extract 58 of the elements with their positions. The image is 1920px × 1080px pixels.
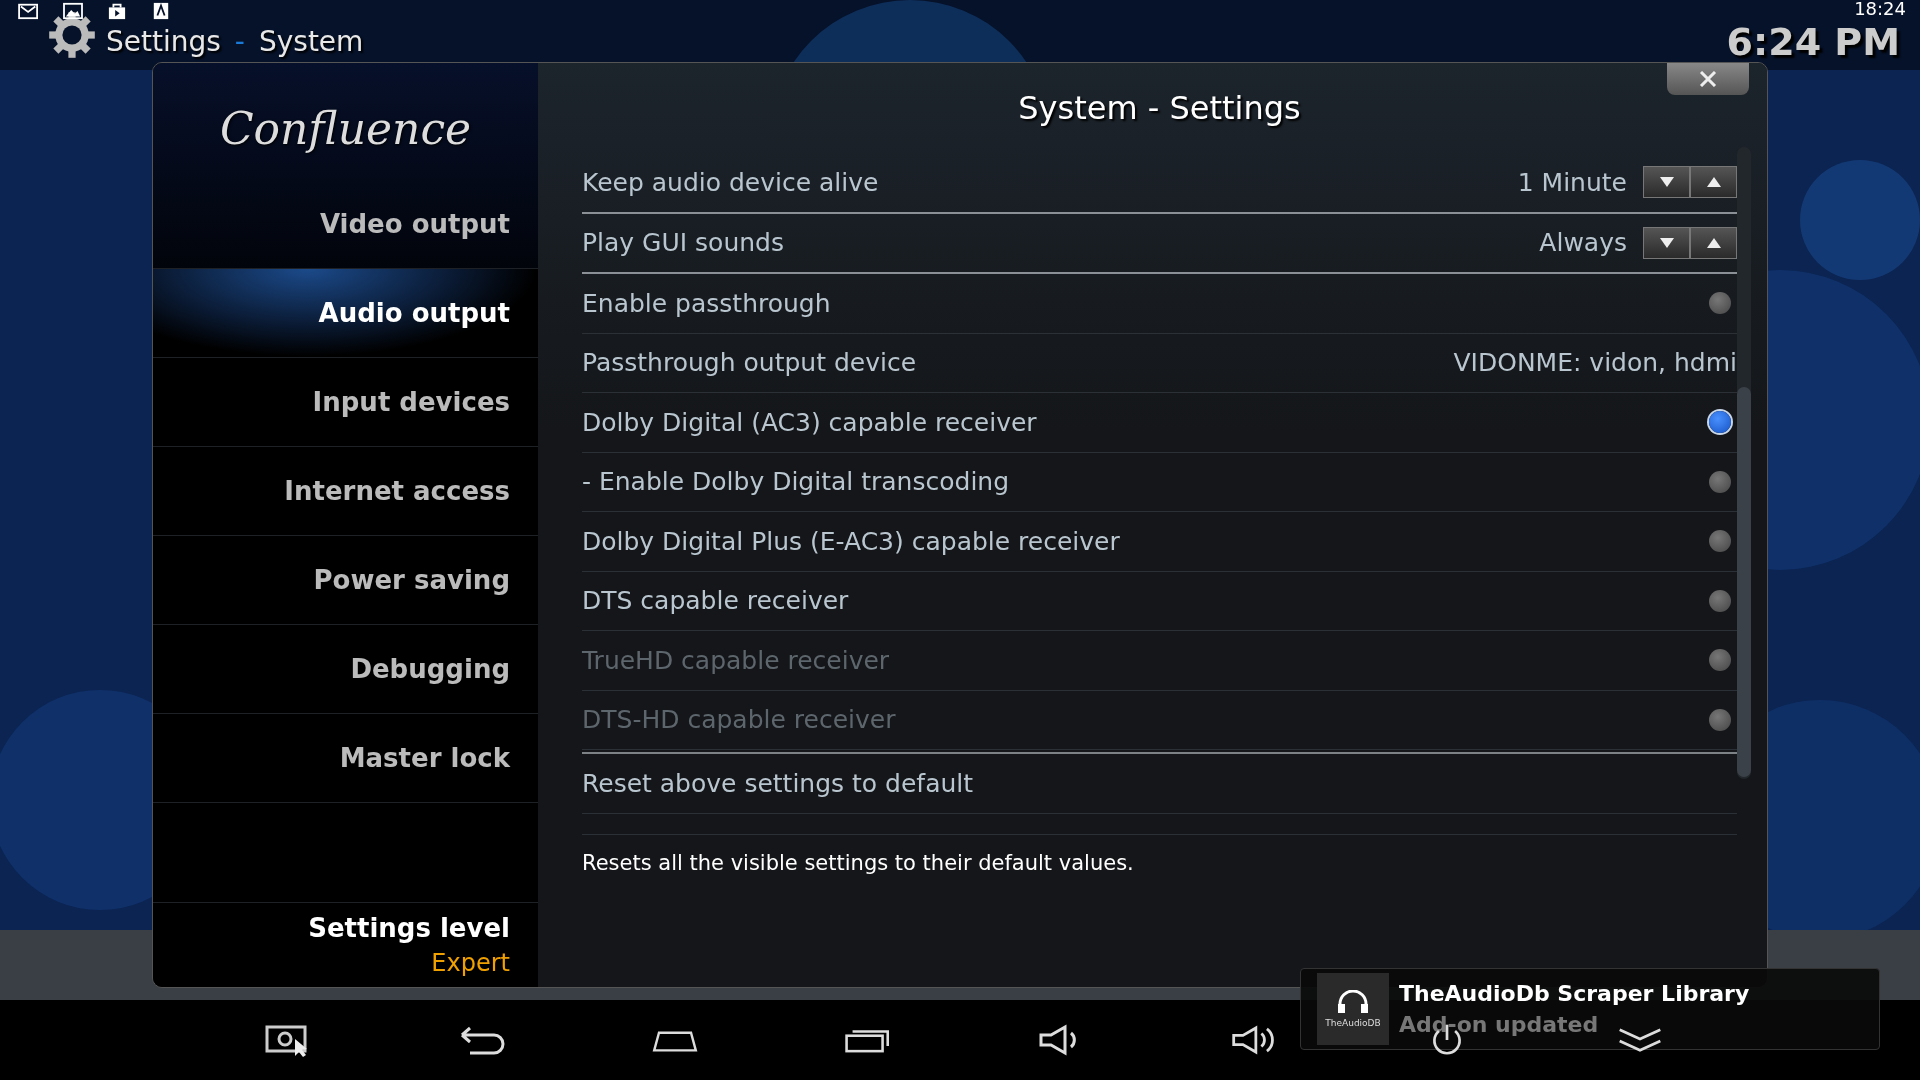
- setting-row[interactable]: Reset above settings to default: [582, 752, 1737, 814]
- setting-value: Always: [1539, 228, 1627, 258]
- settings-icon: [48, 11, 96, 59]
- breadcrumb-page: System: [258, 28, 364, 56]
- setting-row[interactable]: Keep audio device alive 1 Minute: [582, 153, 1737, 214]
- scrollbar[interactable]: [1737, 147, 1751, 779]
- toggle[interactable]: [1709, 292, 1731, 315]
- notification-toast[interactable]: TheAudioDB TheAudioDb Scraper Library Add-on updated: [1300, 968, 1880, 1050]
- category-item[interactable]: Audio output: [153, 269, 538, 358]
- setting-label: - Enable Dolby Digital transcoding: [582, 467, 1011, 497]
- settings-level-label: Settings level: [308, 913, 510, 943]
- setting-label: TrueHD capable receiver: [582, 645, 891, 675]
- close-button[interactable]: [1667, 63, 1749, 95]
- setting-row[interactable]: Dolby Digital (AC3) capable receiver: [582, 393, 1737, 453]
- toggle[interactable]: [1709, 470, 1731, 493]
- setting-row[interactable]: Dolby Digital Plus (E-AC3) capable receiver: [582, 512, 1737, 572]
- decrease-button[interactable]: [1643, 226, 1690, 259]
- increase-button[interactable]: [1690, 166, 1737, 199]
- breadcrumb-section: Settings: [106, 28, 221, 56]
- breadcrumb-separator: -: [234, 28, 245, 56]
- increase-button[interactable]: [1690, 226, 1737, 259]
- setting-label: DTS capable receiver: [582, 586, 850, 616]
- image-icon: [62, 2, 84, 20]
- status-time: 18:24: [1854, 0, 1906, 18]
- dialog-title: System - Settings: [1018, 89, 1301, 127]
- setting-label: Enable passthrough: [582, 288, 832, 318]
- headphones-icon: [1335, 990, 1371, 1014]
- close-icon: [1699, 71, 1717, 87]
- setting-label: Dolby Digital Plus (E-AC3) capable receiver: [582, 526, 1121, 556]
- toggle[interactable]: [1709, 530, 1731, 553]
- setting-value: VIDONME: vidon, hdmi: [1453, 348, 1737, 378]
- setting-label: Play GUI sounds: [582, 228, 785, 258]
- setting-row[interactable]: Enable passthrough: [582, 274, 1737, 334]
- setting-label: Reset above settings to default: [582, 768, 975, 798]
- setting-row[interactable]: Passthrough output device VIDONME: vidon, hdmi: [582, 333, 1737, 393]
- setting-label: Keep audio device alive: [582, 167, 880, 197]
- down-arrow-icon: [1658, 176, 1675, 189]
- toggle[interactable]: [1709, 411, 1731, 434]
- setting-row[interactable]: DTS capable receiver: [582, 571, 1737, 631]
- up-arrow-icon: [1705, 176, 1722, 189]
- settings-level-value[interactable]: Expert: [431, 949, 510, 977]
- toggle[interactable]: [1709, 589, 1731, 612]
- setting-label: DTS-HD capable receiver: [582, 705, 897, 735]
- setting-value: 1 Minute: [1517, 167, 1627, 197]
- decrease-button[interactable]: [1643, 166, 1690, 199]
- mail-icon: [18, 2, 40, 20]
- setting-row[interactable]: - Enable Dolby Digital transcoding: [582, 452, 1737, 512]
- up-arrow-icon: [1705, 236, 1722, 249]
- setting-label: Passthrough output device: [582, 348, 918, 378]
- notification-message: Add-on updated: [1399, 1012, 1600, 1037]
- setting-label: Dolby Digital (AC3) capable receiver: [582, 407, 1038, 437]
- setting-row[interactable]: Play GUI sounds Always: [582, 213, 1737, 274]
- down-arrow-icon: [1658, 236, 1675, 249]
- notification-title: TheAudioDb Scraper Library: [1399, 981, 1750, 1006]
- logo: Confluence: [218, 102, 473, 156]
- clock: 6:24 PM: [1726, 23, 1900, 61]
- addon-logo-text: TheAudioDB: [1325, 1018, 1381, 1028]
- setting-description: Resets all the visible settings to their default values.: [582, 833, 1737, 875]
